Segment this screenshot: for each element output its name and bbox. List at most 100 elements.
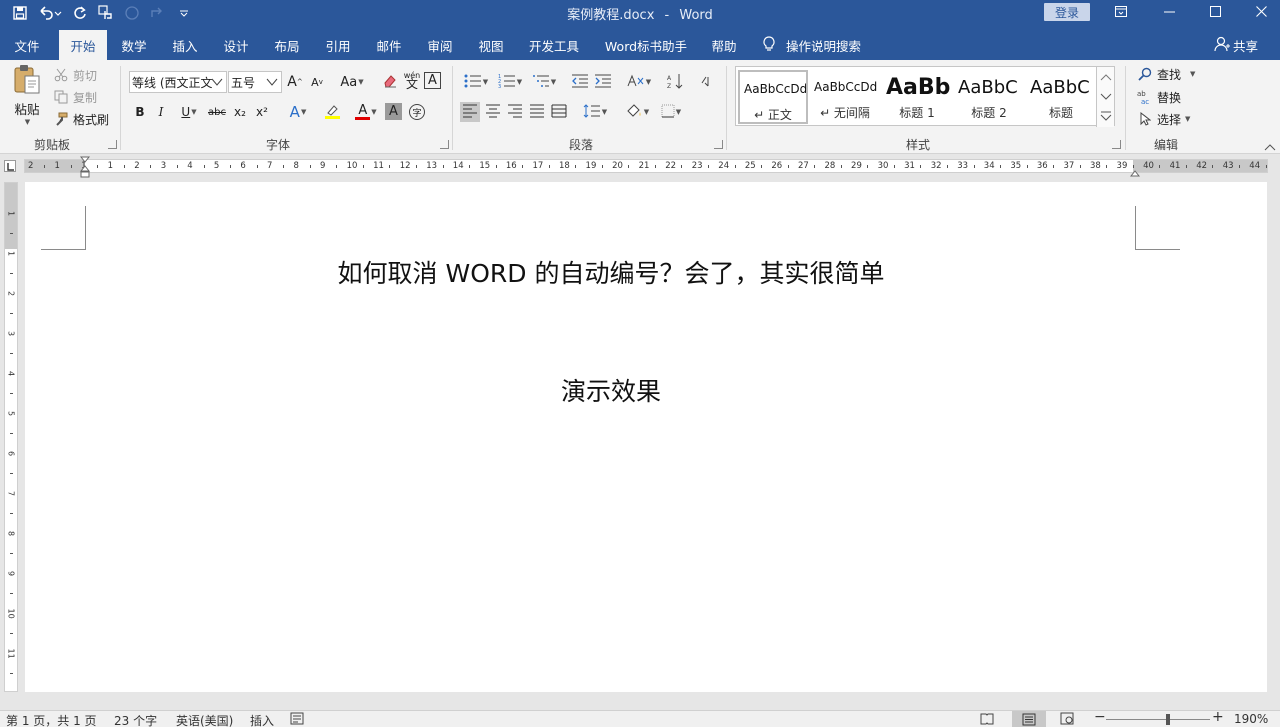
tab-design[interactable]: 设计 xyxy=(214,30,258,60)
tab-layout[interactable]: 布局 xyxy=(265,30,309,60)
insert-mode[interactable]: 插入 xyxy=(250,712,274,727)
font-size-combo[interactable]: 五号 xyxy=(228,71,282,93)
line-spacing-button[interactable]: ▼ xyxy=(580,102,610,122)
align-left-button[interactable] xyxy=(460,102,480,122)
tab-math[interactable]: 数学 xyxy=(112,30,156,60)
distributed-button[interactable] xyxy=(549,102,569,122)
tab-developer[interactable]: 开发工具 xyxy=(522,30,586,60)
replace-button[interactable]: ab ac 替换 xyxy=(1136,88,1181,106)
web-layout-button[interactable] xyxy=(1060,712,1074,727)
forward-button[interactable] xyxy=(148,2,168,24)
copy-button[interactable]: 复制 xyxy=(52,88,97,106)
share-button[interactable]: 共享 xyxy=(1214,30,1258,60)
ribbon-display-options-button[interactable] xyxy=(1098,0,1144,26)
cut-button[interactable]: 剪切 xyxy=(52,66,97,84)
horizontal-ruler[interactable]: 2 1 1 1 2 3 4 5 6 7 8 9 10 11 12 13 14 15 16 17 18 19 20 21 22 23… xyxy=(24,159,1268,173)
select-button[interactable]: 选择 ▼ xyxy=(1136,110,1190,128)
sort-button[interactable]: AZ xyxy=(666,72,686,92)
zoom-out-button[interactable]: − xyxy=(1094,709,1106,725)
font-color-button[interactable]: A ▼ xyxy=(350,102,382,122)
shading-button[interactable]: ▼ xyxy=(622,102,652,122)
char-shading-button[interactable]: A xyxy=(385,103,402,120)
tab-bid-assistant[interactable]: Word标书助手 xyxy=(597,30,695,60)
styles-scroll-down-button[interactable] xyxy=(1096,87,1114,107)
tab-references[interactable]: 引用 xyxy=(316,30,360,60)
tab-help[interactable]: 帮助 xyxy=(702,30,746,60)
style-no-spacing[interactable]: AaBbCcDd ↵ 无间隔 xyxy=(810,70,880,124)
style-title[interactable]: AaBbC 标题 xyxy=(1026,70,1096,124)
undo-button[interactable] xyxy=(36,2,64,24)
superscript-button[interactable]: x² xyxy=(252,102,272,122)
print-layout-button[interactable] xyxy=(1012,711,1046,727)
document-page[interactable]: 如何取消 WORD 的自动编号？会了，其实很简单 演示效果 xyxy=(25,182,1267,692)
grow-font-button[interactable]: A ^ xyxy=(285,72,305,92)
touch-mode-button[interactable] xyxy=(96,2,116,24)
login-button[interactable]: 登录 xyxy=(1044,3,1090,21)
page-count[interactable]: 第 1 页，共 1 页 xyxy=(6,712,97,727)
document-subheading[interactable]: 演示效果 xyxy=(25,372,1197,408)
change-case-button[interactable]: Aa ▼ xyxy=(336,72,368,92)
language-indicator[interactable]: 英语(美国) xyxy=(176,712,233,727)
font-launcher-icon[interactable] xyxy=(440,140,449,149)
find-button[interactable]: 查找 ▼ xyxy=(1136,65,1195,83)
clear-format-button[interactable] xyxy=(380,72,400,92)
read-mode-button[interactable] xyxy=(980,712,994,727)
tab-view[interactable]: 视图 xyxy=(469,30,513,60)
customize-qat-button[interactable] xyxy=(174,2,194,24)
zoom-slider-thumb[interactable] xyxy=(1166,714,1170,725)
text-effects-button[interactable]: A ▼ xyxy=(283,102,313,122)
show-marks-button[interactable] xyxy=(697,72,717,92)
style-heading-2[interactable]: AaBbC 标题 2 xyxy=(954,70,1024,124)
word-count[interactable]: 23 个字 xyxy=(114,712,157,727)
zoom-level[interactable]: 190% xyxy=(1234,712,1268,726)
tab-file[interactable]: 文件 xyxy=(4,30,50,60)
align-right-button[interactable] xyxy=(505,102,525,122)
first-line-indent-marker[interactable] xyxy=(79,156,91,181)
bold-button[interactable]: B xyxy=(130,102,150,122)
paste-button[interactable]: 粘贴 ▼ xyxy=(10,64,44,126)
tab-home[interactable]: 开始 xyxy=(59,30,107,60)
chinese-layout-button[interactable]: ▼ xyxy=(624,72,654,92)
styles-more-button[interactable] xyxy=(1096,107,1114,127)
align-center-button[interactable] xyxy=(483,102,503,122)
paragraph-launcher-icon[interactable] xyxy=(714,140,723,149)
tell-me-search[interactable]: 操作说明搜索 xyxy=(762,30,861,60)
highlight-color-button[interactable] xyxy=(316,102,348,122)
font-name-combo[interactable]: 等线 (西文正文) xyxy=(129,71,227,93)
style-normal[interactable]: AaBbCcDd ↵ 正文 xyxy=(738,70,808,124)
multilevel-list-button[interactable]: ▼ xyxy=(529,72,559,92)
char-border-button[interactable]: A xyxy=(424,72,441,89)
styles-launcher-icon[interactable] xyxy=(1112,140,1121,149)
numbering-button[interactable]: 1 2 3 ▼ xyxy=(495,72,525,92)
tab-mailings[interactable]: 邮件 xyxy=(367,30,411,60)
clipboard-launcher-icon[interactable] xyxy=(108,140,117,149)
justify-button[interactable] xyxy=(527,102,547,122)
save-button[interactable] xyxy=(10,2,30,24)
tab-insert[interactable]: 插入 xyxy=(163,30,207,60)
zoom-in-button[interactable]: + xyxy=(1212,709,1224,725)
right-indent-marker[interactable] xyxy=(1129,166,1141,180)
bullets-button[interactable]: ▼ xyxy=(461,72,491,92)
increase-indent-button[interactable] xyxy=(593,72,613,92)
subscript-button[interactable]: x₂ xyxy=(230,102,250,122)
styles-scroll-up-button[interactable] xyxy=(1096,67,1114,87)
underline-button[interactable]: U ▼ xyxy=(173,102,205,122)
maximize-button[interactable] xyxy=(1192,0,1238,26)
tab-selector-button[interactable] xyxy=(4,160,16,172)
circle-button[interactable] xyxy=(122,2,142,24)
decrease-indent-button[interactable] xyxy=(570,72,590,92)
italic-button[interactable]: I xyxy=(151,102,171,122)
close-button[interactable] xyxy=(1238,0,1280,26)
redo-button[interactable] xyxy=(70,2,90,24)
enclose-char-button[interactable]: 字 xyxy=(407,102,427,122)
macro-record-button[interactable] xyxy=(290,712,304,727)
style-heading-1[interactable]: AaBb 标题 1 xyxy=(882,70,952,124)
shrink-font-button[interactable]: Av xyxy=(307,72,327,92)
vertical-scrollbar[interactable] xyxy=(1268,182,1280,692)
borders-button[interactable]: ▼ xyxy=(656,102,686,122)
vertical-ruler[interactable]: 1 1 2 3 4 5 6 7 8 9 10 11 xyxy=(4,182,18,692)
format-painter-button[interactable]: 格式刷 xyxy=(52,110,109,128)
zoom-slider-track[interactable] xyxy=(1106,719,1210,720)
document-heading[interactable]: 如何取消 WORD 的自动编号？会了，其实很简单 xyxy=(25,254,1197,290)
tab-review[interactable]: 审阅 xyxy=(418,30,462,60)
